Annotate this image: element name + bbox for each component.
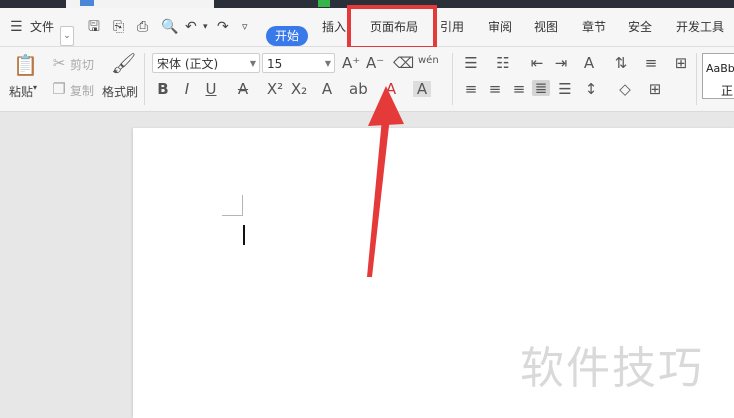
- arrow-shaft: [367, 108, 391, 277]
- arrow-head: [368, 86, 404, 126]
- annotation-arrow: [367, 86, 404, 277]
